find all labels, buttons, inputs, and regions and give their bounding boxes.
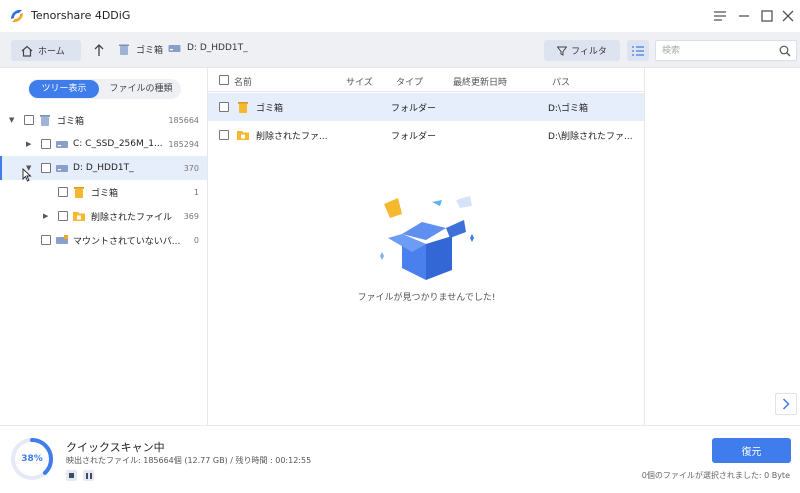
tree-item-trash[interactable]: ▼ ゴミ箱 185664 (0, 108, 207, 132)
caret-right-icon[interactable]: ▶ (43, 212, 48, 220)
tree-item-label: C: C_SSD_256M_1... (73, 139, 163, 149)
breadcrumb-item[interactable]: ゴミ箱 (118, 43, 163, 56)
tree-checkbox[interactable] (41, 139, 51, 149)
folder-icon (73, 212, 85, 221)
file-type: フォルダー (391, 104, 437, 114)
breadcrumb-label: ゴミ箱 (136, 46, 164, 56)
tree-item-d-trash[interactable]: ゴミ箱 1 (0, 180, 207, 204)
row-checkbox[interactable] (219, 130, 229, 140)
scan-status-detail: 映出されたファイル: 185664個 (12.77 GB) / 残り時間 : 0… (66, 456, 312, 465)
list-view-icon (632, 45, 644, 56)
home-icon (21, 45, 33, 57)
empty-box-illustration-icon (380, 196, 474, 280)
column-header-modified[interactable]: 最終更新日時 (453, 75, 507, 88)
tree-item-unmounted[interactable]: マウントされていないパ... 0 (0, 228, 207, 252)
column-header-size[interactable]: サイズ (346, 75, 373, 88)
mouse-cursor-icon (22, 168, 32, 182)
tree-item-count: 369 (183, 211, 199, 221)
tree-item-count: 0 (193, 235, 199, 245)
close-icon[interactable] (778, 6, 798, 26)
tree-item-label: D: D_HDD1T_ (73, 163, 134, 173)
file-row[interactable]: ゴミ箱 フォルダー D:\ゴミ箱 (208, 93, 644, 121)
tree-item-label: ゴミ箱 (57, 116, 85, 127)
caret-down-icon[interactable]: ▼ (9, 116, 14, 124)
selection-summary: 0個のファイルが選択されました: 0 Byte (641, 471, 790, 480)
up-arrow-icon[interactable] (92, 42, 106, 58)
file-row[interactable]: 削除されたファ... フォルダー D:\削除されたファ... (208, 121, 644, 149)
drive-icon (168, 45, 181, 52)
scan-status-title: クイックスキャン中 (66, 441, 165, 454)
file-path: D:\削除されたファ... (548, 132, 633, 142)
chevron-right-icon (782, 398, 790, 410)
tree-item-count: 1 (193, 187, 199, 197)
app-title: Tenorshare 4DDiG (31, 9, 131, 22)
trash-icon (74, 187, 84, 198)
column-header-path[interactable]: パス (552, 75, 570, 88)
tree-checkbox[interactable] (58, 211, 68, 221)
list-view-button[interactable] (627, 40, 649, 61)
recover-button[interactable]: 復元 (712, 438, 791, 463)
file-path: D:\ゴミ箱 (548, 104, 588, 114)
minimize-icon[interactable] (734, 6, 754, 26)
file-name: 削除されたファ... (256, 132, 328, 142)
pause-icon (85, 472, 92, 479)
trash-icon (40, 115, 50, 126)
drive-icon (56, 165, 68, 172)
row-checkbox[interactable] (219, 102, 229, 112)
preview-panel (645, 68, 800, 425)
tree-checkbox[interactable] (41, 235, 51, 245)
tree-item-count: 185294 (168, 139, 199, 149)
title-bar: Tenorshare 4DDiG (0, 0, 800, 32)
view-toggle: ツリー表示 ファイルの種類 (28, 79, 181, 99)
select-all-checkbox[interactable] (219, 75, 229, 85)
app-logo-icon (11, 9, 23, 23)
tree-checkbox[interactable] (24, 115, 34, 125)
trash-icon (119, 44, 129, 55)
tree-checkbox[interactable] (41, 163, 51, 173)
filter-icon (557, 46, 568, 56)
file-name: ゴミ箱 (256, 104, 284, 114)
search-box (655, 40, 797, 61)
column-header-name[interactable]: 名前 (234, 75, 252, 88)
toolbar: ホーム ゴミ箱 D: D_HDD1T_ フィルタ (0, 32, 800, 68)
tree-item-label: マウントされていないパ... (73, 236, 181, 247)
caret-right-icon[interactable]: ▶ (26, 140, 31, 148)
menu-icon[interactable] (710, 6, 730, 26)
search-icon[interactable] (779, 45, 791, 57)
filter-button[interactable]: フィルタ (544, 40, 620, 61)
file-list-header: 名前 サイズ タイプ 最終更新日時 パス (208, 68, 645, 92)
tree-panel: ツリー表示 ファイルの種類 ▼ ゴミ箱 185664 ▶ C: C_SSD_25… (0, 68, 208, 425)
progress-percent: 38% (21, 454, 43, 464)
drive-icon (56, 235, 68, 244)
pause-button[interactable] (83, 470, 94, 481)
filter-label: フィルタ (571, 47, 607, 57)
tree-item-count: 185664 (168, 115, 199, 125)
tab-file-type[interactable]: ファイルの種類 (103, 80, 179, 98)
tab-tree-view[interactable]: ツリー表示 (29, 80, 99, 98)
empty-state-message: ファイルが見つかりませんでした! (357, 293, 496, 303)
tree-item-count: 370 (183, 163, 199, 173)
tree-item-label: 削除されたファイル (91, 212, 173, 223)
tree-checkbox[interactable] (58, 187, 68, 197)
search-input[interactable] (656, 41, 771, 60)
drive-icon (56, 141, 68, 148)
file-list-panel: 名前 サイズ タイプ 最終更新日時 パス ゴミ箱 フォルダー D:\ゴミ箱 削除… (208, 68, 645, 425)
expand-panel-button[interactable] (775, 393, 797, 415)
breadcrumb-item[interactable]: D: D_HDD1T_ (168, 43, 248, 53)
home-label: ホーム (38, 47, 65, 57)
tree-item-deleted-files[interactable]: ▶ 削除されたファイル 369 (0, 204, 207, 228)
home-button[interactable]: ホーム (11, 40, 81, 61)
breadcrumb-label: D: D_HDD1T_ (187, 43, 248, 53)
folder-icon (237, 131, 249, 140)
status-bar: 38% クイックスキャン中 映出されたファイル: 185664個 (12.77 … (0, 425, 800, 493)
stop-button[interactable] (66, 470, 77, 481)
maximize-icon[interactable] (757, 6, 777, 26)
tree-item-c-drive[interactable]: ▶ C: C_SSD_256M_1... 185294 (0, 132, 207, 156)
file-type: フォルダー (391, 132, 437, 142)
tree-item-label: ゴミ箱 (91, 188, 119, 199)
column-header-type[interactable]: タイプ (396, 75, 423, 88)
stop-icon (69, 473, 74, 478)
trash-icon (238, 102, 248, 113)
